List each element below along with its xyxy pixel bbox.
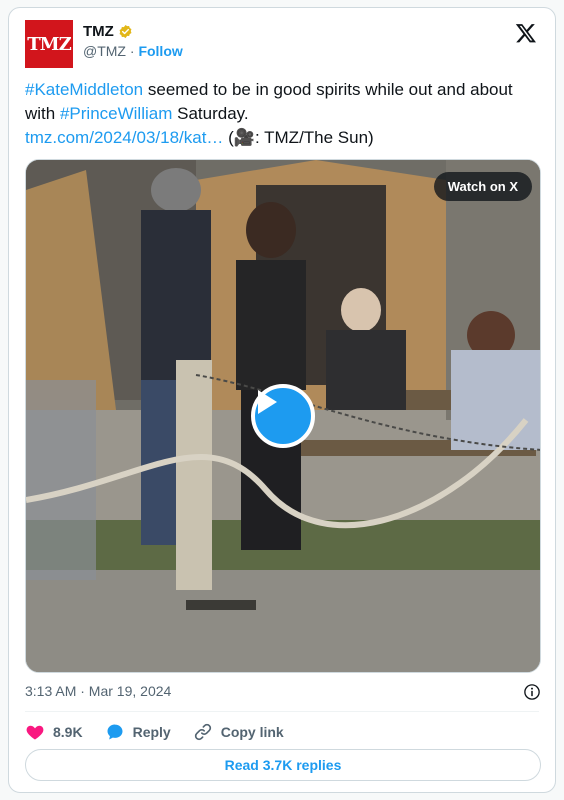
timestamp[interactable]: 3:13 AM · Mar 19, 2024 bbox=[25, 683, 171, 699]
display-name[interactable]: TMZ bbox=[83, 23, 114, 40]
copy-link-button[interactable]: Copy link bbox=[193, 722, 284, 742]
handle-line: @TMZ · Follow bbox=[83, 43, 183, 59]
separator: · bbox=[129, 43, 135, 59]
reply-button[interactable]: Reply bbox=[105, 722, 171, 742]
like-count: 8.9K bbox=[53, 724, 83, 740]
avatar-text: TMZ bbox=[27, 33, 71, 55]
x-logo-icon[interactable] bbox=[515, 22, 537, 44]
tweet-text: #KateMiddleton seemed to be in good spir… bbox=[25, 78, 541, 150]
hashtag-princewilliam[interactable]: #PrinceWilliam bbox=[60, 104, 172, 123]
tweet-header: TMZ TMZ @TMZ · Follow bbox=[25, 20, 539, 68]
tweet-card: TMZ TMZ @TMZ · Follow #KateMiddleton see… bbox=[8, 7, 556, 793]
play-button[interactable] bbox=[251, 384, 315, 448]
display-name-row: TMZ bbox=[83, 23, 183, 40]
camera-icon: 🎥 bbox=[233, 128, 255, 147]
heart-icon bbox=[26, 725, 44, 740]
avatar[interactable]: TMZ bbox=[25, 20, 73, 68]
handle[interactable]: @TMZ bbox=[83, 43, 126, 59]
tweet-meta: 3:13 AM · Mar 19, 2024 bbox=[25, 683, 541, 703]
divider bbox=[25, 711, 539, 712]
reply-bubble-icon bbox=[107, 724, 123, 740]
verified-badge-icon bbox=[119, 24, 132, 39]
credit-text: : TMZ/The Sun) bbox=[255, 128, 374, 147]
credit-open: ( bbox=[223, 128, 234, 147]
action-bar: 8.9K Reply Copy link bbox=[25, 720, 306, 744]
like-button[interactable]: 8.9K bbox=[25, 722, 83, 742]
play-icon bbox=[258, 390, 277, 414]
read-replies-button[interactable]: Read 3.7K replies bbox=[25, 749, 541, 781]
video-player[interactable]: Watch on X bbox=[25, 159, 541, 673]
watch-on-x-button[interactable]: Watch on X bbox=[433, 172, 532, 201]
article-link[interactable]: tmz.com/2024/03/18/kat… bbox=[25, 128, 223, 147]
follow-button[interactable]: Follow bbox=[138, 43, 182, 59]
tweet-text-part2: Saturday. bbox=[172, 104, 249, 123]
info-icon[interactable] bbox=[523, 683, 541, 701]
copy-link-label: Copy link bbox=[220, 724, 284, 740]
link-icon bbox=[194, 723, 211, 741]
reply-label: Reply bbox=[132, 724, 171, 740]
hashtag-katemiddleton[interactable]: #KateMiddleton bbox=[25, 80, 143, 99]
author-block: TMZ @TMZ · Follow bbox=[83, 23, 183, 59]
